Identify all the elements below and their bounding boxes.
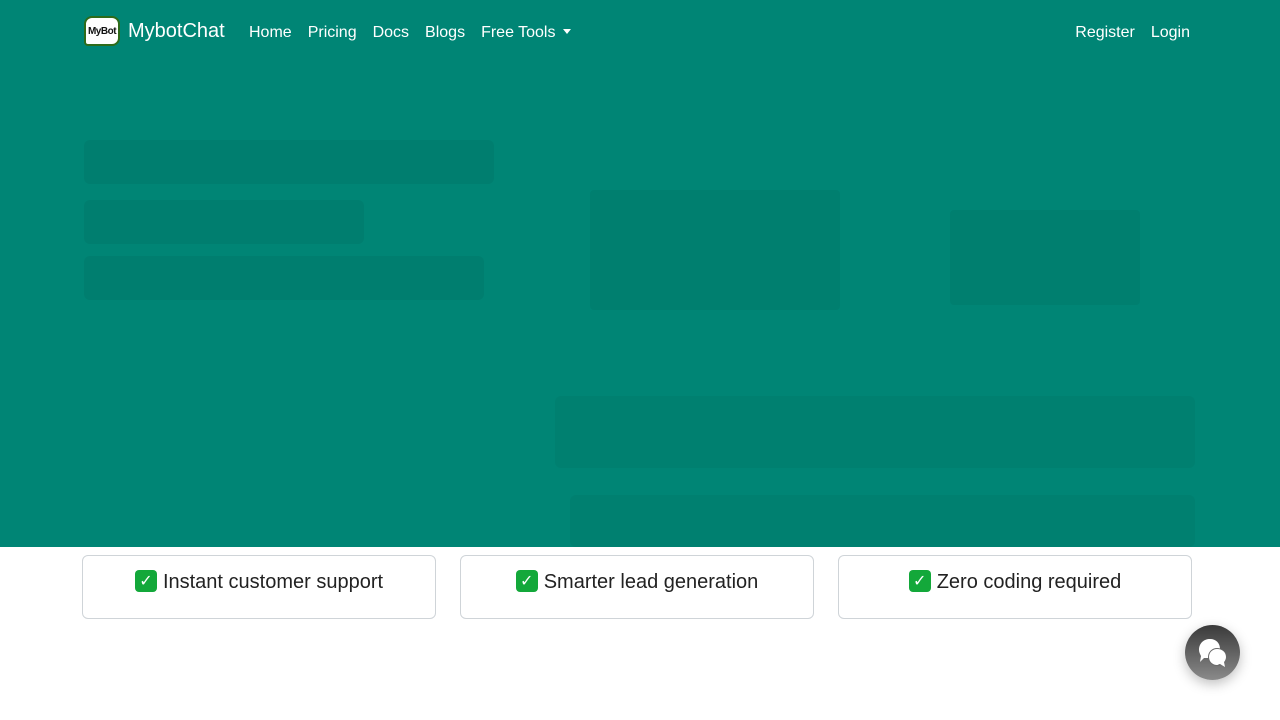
faded-panel xyxy=(570,495,1195,547)
nav-home[interactable]: Home xyxy=(241,22,300,44)
nav-free-tools-dropdown[interactable]: Free Tools xyxy=(473,22,579,44)
nav-blogs[interactable]: Blogs xyxy=(417,22,473,44)
register-link[interactable]: Register xyxy=(1067,22,1143,44)
feature-card: ✓ Instant customer support xyxy=(82,555,436,619)
nav-docs[interactable]: Docs xyxy=(365,22,417,44)
faded-panel xyxy=(555,396,1195,468)
brand-logo[interactable]: MyBot xyxy=(84,16,120,46)
faded-headline-line xyxy=(84,200,364,244)
chat-bubbles-icon xyxy=(1199,639,1226,667)
feature-card: ✓ Zero coding required xyxy=(838,555,1192,619)
faded-illustration xyxy=(950,210,1140,305)
faded-headline-line xyxy=(84,140,494,184)
brand[interactable]: MyBot MybotChat xyxy=(84,16,225,46)
feature-card: ✓ Smarter lead generation xyxy=(460,555,814,619)
check-mark-icon: ✓ xyxy=(908,570,931,592)
feature-text: Instant customer support xyxy=(162,571,384,593)
login-link[interactable]: Login xyxy=(1143,22,1198,44)
faded-headline-line xyxy=(84,256,484,300)
feature-text: Zero coding required xyxy=(936,571,1122,593)
free-tools-label: Free Tools xyxy=(481,24,556,41)
feature-text: Smarter lead generation xyxy=(543,571,759,593)
main-nav: Home Pricing Docs Blogs Free Tools xyxy=(241,22,579,44)
faded-illustration xyxy=(590,190,840,310)
brand-name[interactable]: MybotChat xyxy=(128,20,225,43)
chat-widget-button[interactable] xyxy=(1185,625,1240,680)
auth-nav: Register Login xyxy=(1067,22,1198,44)
check-mark-icon: ✓ xyxy=(515,570,538,592)
features-row: ✓ Instant customer support ✓ Smarter lea… xyxy=(82,555,1192,619)
hero-section: MyBot MybotChat Home Pricing Docs Blogs … xyxy=(0,0,1280,547)
nav-pricing[interactable]: Pricing xyxy=(300,22,365,44)
caret-down-icon xyxy=(563,29,572,34)
check-mark-icon: ✓ xyxy=(134,570,157,592)
